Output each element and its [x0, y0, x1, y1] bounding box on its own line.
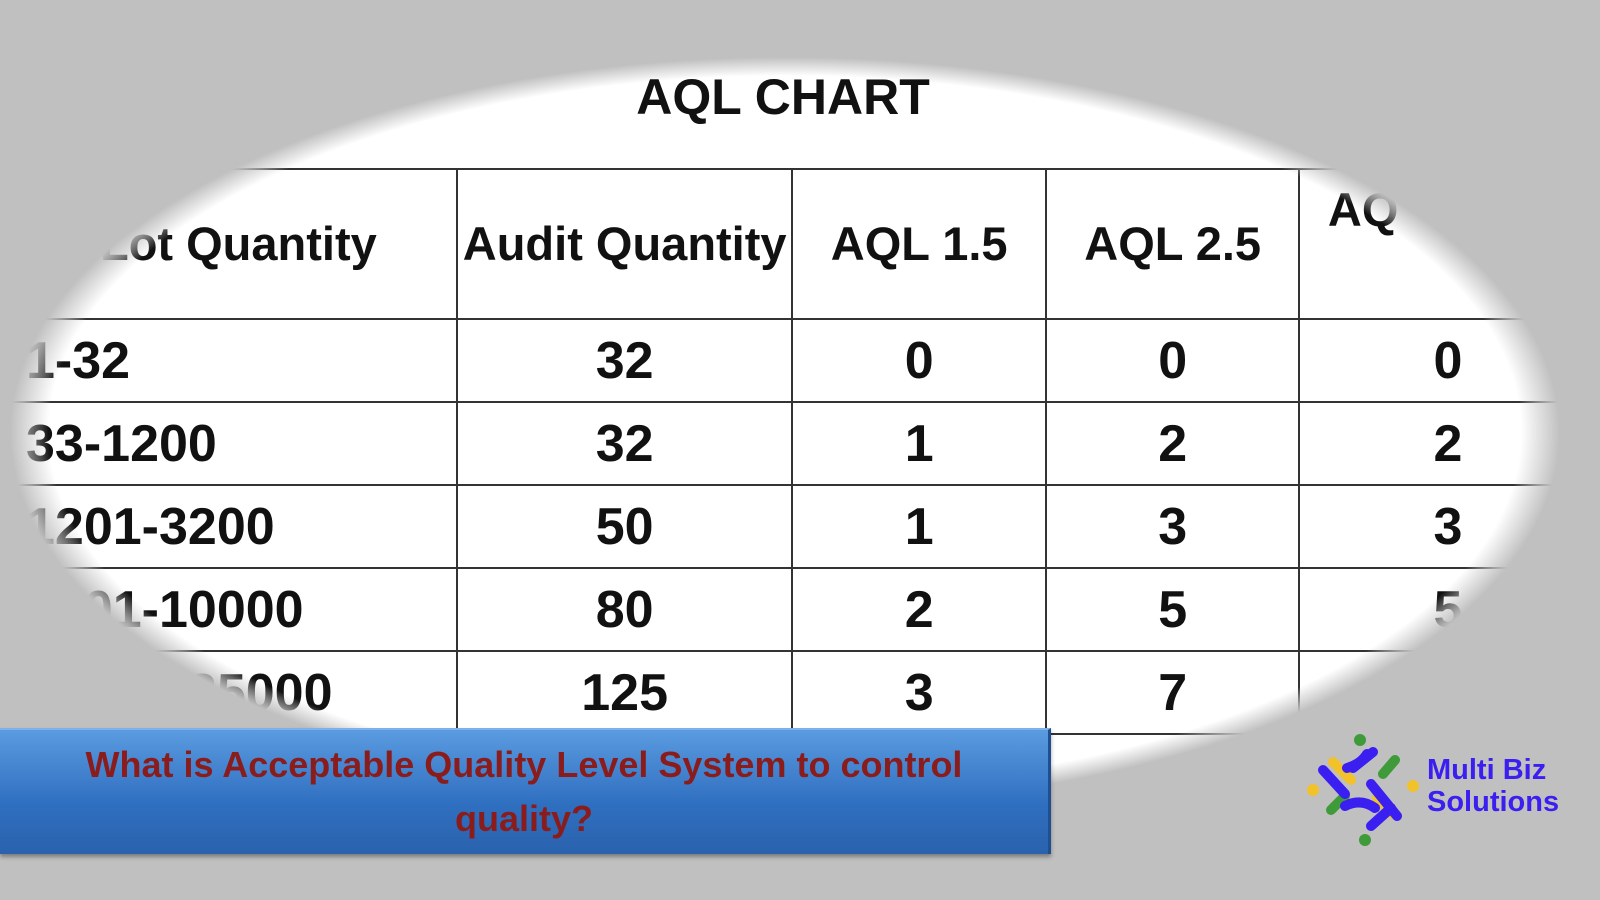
header-audit-quantity: Audit Quantity [456, 168, 793, 320]
cell: 0 [1045, 318, 1300, 403]
cell: 0 [1297, 318, 1599, 403]
header-aql-partial: AQ [1297, 168, 1599, 320]
cell: 33-1200 [0, 401, 459, 486]
cell: 3 [790, 650, 1048, 735]
table-row: 1201-3200 50 1 3 3 [0, 484, 1599, 569]
cell: 2 [1045, 401, 1300, 486]
cell: 0 [790, 318, 1048, 403]
header-lot-quantity: Lot Quantity [0, 168, 459, 320]
cell: 32 [456, 318, 793, 403]
table-row: 10001-35000 125 3 7 [0, 650, 1599, 735]
table-row: 33-1200 32 1 2 2 [0, 401, 1599, 486]
table-header-row: Lot Quantity Audit Quantity AQL 1.5 AQL … [0, 168, 1599, 320]
table-row: 3201-10000 80 2 5 5 [0, 567, 1599, 652]
cell: 3201-10000 [0, 567, 459, 652]
cell: 50 [456, 484, 793, 569]
cell: 5 [1045, 567, 1300, 652]
cell: 1 [790, 401, 1048, 486]
cell: 2 [1297, 401, 1599, 486]
chart-title: AQL CHART [636, 69, 930, 125]
cell: 7 [1045, 650, 1300, 735]
cell: 80 [456, 567, 793, 652]
logo: Multi Biz Solutions [1305, 728, 1600, 848]
cell: 3 [1045, 484, 1300, 569]
table-row: 1-32 32 0 0 0 [0, 318, 1599, 403]
header-aql-2-5: AQL 2.5 [1045, 168, 1300, 320]
cell: 32 [456, 401, 793, 486]
cell [1297, 650, 1599, 735]
logo-mark-icon [1307, 734, 1419, 846]
cell: 10001-35000 [0, 650, 459, 735]
aql-table: Lot Quantity Audit Quantity AQL 1.5 AQL … [0, 168, 1599, 818]
header-aql-1-5: AQL 1.5 [790, 168, 1048, 320]
cell: 5 [1297, 567, 1599, 652]
cell: 1201-3200 [0, 484, 459, 569]
article-title-banner: What is Acceptable Quality Level System … [0, 728, 1051, 854]
cell: 1 [790, 484, 1048, 569]
cell: 1-32 [0, 318, 459, 403]
cell: 3 [1297, 484, 1599, 569]
cell: 125 [456, 650, 793, 735]
cell: 2 [790, 567, 1048, 652]
banner-text: What is Acceptable Quality Level System … [85, 744, 963, 839]
logo-text: Multi Biz Solutions [1427, 754, 1560, 818]
cell [1045, 733, 1300, 818]
